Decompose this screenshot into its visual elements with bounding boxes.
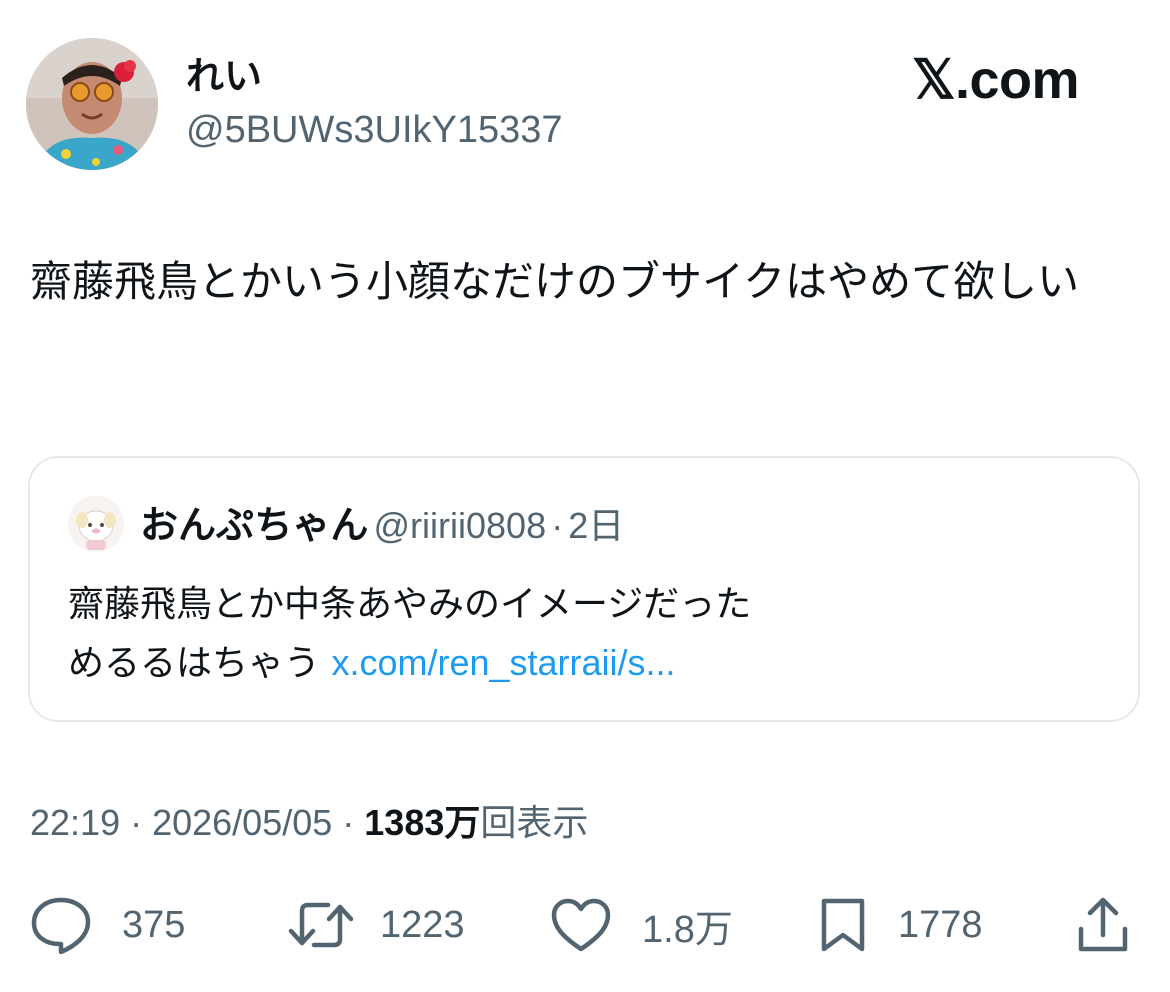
bookmark-button[interactable]: 1778	[818, 890, 983, 960]
x-logo-brand: 𝕏.com	[912, 50, 1080, 110]
views-count: 1383万	[364, 802, 481, 843]
bookmark-count: 1778	[898, 903, 983, 946]
like-button[interactable]: 1.8万	[550, 890, 733, 960]
author-display-name[interactable]: れい	[186, 52, 262, 100]
quote-timestamp[interactable]: 2日	[568, 505, 624, 546]
bookmark-icon	[821, 898, 865, 952]
quote-display-name[interactable]: おんぷちゃん	[140, 503, 368, 547]
quote-handle[interactable]: @riirii0808	[373, 505, 546, 546]
retweet-count: 1223	[380, 903, 465, 946]
tweet-text: 齋藤飛鳥とかいう小顔なだけのブサイクはやめて欲しい	[30, 257, 1080, 306]
profile-photo-avatar-icon	[26, 38, 158, 170]
author-avatar[interactable]	[26, 38, 158, 170]
like-count: 1.8万	[642, 908, 733, 951]
quote-header: おんぷちゃん @riirii0808 · 2日	[140, 500, 624, 558]
tweet-time[interactable]: 22:19	[30, 802, 120, 843]
action-bar: 375 1223 1.8万 1778	[0, 890, 1170, 960]
share-button[interactable]	[1076, 890, 1130, 960]
quote-author-avatar	[68, 496, 124, 552]
quote-link[interactable]: x.com/ren_starraii/s...	[331, 642, 675, 683]
author-handle[interactable]: @5BUWs3UIkY15337	[186, 106, 563, 154]
quote-text: 齋藤飛鳥とか中条あやみのイメージだった めるるはちゃう x.com/ren_st…	[68, 576, 1068, 693]
tweet-meta: 22:19 · 2026/05/05 · 1383万回表示	[30, 798, 588, 848]
tweet-date[interactable]: 2026/05/05	[152, 802, 332, 843]
heart-icon	[551, 898, 611, 952]
quote-separator: ·	[551, 505, 564, 546]
quoted-tweet-card[interactable]: おんぷちゃん @riirii0808 · 2日 齋藤飛鳥とか中条あやみのイメージ…	[28, 456, 1140, 722]
retweet-icon	[288, 902, 354, 948]
reply-count: 375	[122, 903, 186, 946]
reply-bubble-icon	[31, 897, 91, 954]
character-avatar-icon	[68, 496, 124, 552]
reply-button[interactable]: 375	[30, 890, 185, 960]
share-upload-icon	[1078, 897, 1128, 952]
views-label: 回表示	[480, 802, 589, 843]
meta-separator: ·	[332, 802, 365, 843]
meta-separator: ·	[120, 802, 153, 843]
retweet-button[interactable]: 1223	[288, 890, 465, 960]
